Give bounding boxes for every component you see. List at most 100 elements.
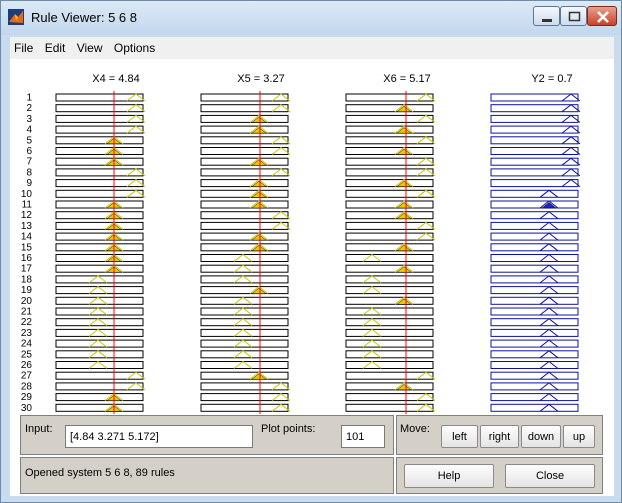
move-up-button[interactable]: up xyxy=(563,425,595,448)
rule-number: 13 xyxy=(21,221,33,232)
status-text: Opened system 5 6 8, 89 rules xyxy=(25,467,175,479)
output-membership-box xyxy=(490,168,579,177)
plot-points-label: Plot points: xyxy=(261,423,316,435)
input-membership-box xyxy=(55,189,144,198)
input-membership-box xyxy=(200,211,289,220)
input-membership-box xyxy=(345,371,434,380)
rule-number: 14 xyxy=(21,232,33,243)
minimize-icon xyxy=(542,19,552,22)
input-membership-box xyxy=(345,382,434,391)
rule-number: 3 xyxy=(26,114,32,125)
input-membership-box xyxy=(55,264,144,273)
input-membership-box xyxy=(345,264,434,273)
close-button[interactable]: Close xyxy=(505,464,595,488)
close-icon xyxy=(597,11,609,23)
rule-number: 25 xyxy=(21,349,33,360)
menu-file[interactable]: File xyxy=(10,37,37,55)
menu-bar: File Edit View Options xyxy=(10,37,614,60)
output-membership-box xyxy=(490,211,579,220)
window-close-button[interactable] xyxy=(587,6,617,26)
input-membership-box xyxy=(345,211,434,220)
rule-grid[interactable]: 1234567891011121314151617181920212223242… xyxy=(10,59,614,414)
input-membership-box xyxy=(345,275,434,284)
input-membership-box xyxy=(345,104,434,113)
help-button[interactable]: Help xyxy=(404,464,494,488)
input-membership-box xyxy=(55,382,144,391)
input-membership-box xyxy=(200,147,289,155)
menu-view[interactable]: View xyxy=(73,37,107,55)
output-membership-box xyxy=(490,136,579,145)
input-membership-box xyxy=(200,221,289,230)
input-membership-box xyxy=(200,286,289,295)
rule-number: 27 xyxy=(21,371,33,382)
input-membership-box xyxy=(55,136,144,145)
input-membership-box xyxy=(345,286,434,295)
output-membership-box xyxy=(490,200,579,209)
input-membership-box xyxy=(200,93,289,102)
input-membership-box xyxy=(345,114,434,123)
rule-number: 17 xyxy=(21,264,33,275)
input-membership-box xyxy=(345,339,434,348)
input-membership-box xyxy=(345,147,434,155)
input-membership-box xyxy=(55,393,144,402)
output-membership-box xyxy=(490,393,579,402)
rule-number: 2 xyxy=(26,103,32,114)
move-down-button[interactable]: down xyxy=(521,425,561,448)
input-panel: Input: [4.84 3.271 5.172] Plot points: 1… xyxy=(20,415,394,455)
rule-number: 6 xyxy=(26,146,32,157)
rule-number: 20 xyxy=(21,296,33,307)
input-membership-box xyxy=(200,114,289,123)
plot-points-field[interactable]: 101 xyxy=(341,425,385,448)
output-membership-box xyxy=(490,350,579,359)
input-label: Input: xyxy=(25,423,53,435)
input-membership-box xyxy=(55,157,144,166)
input-membership-box xyxy=(345,350,434,359)
input-membership-box xyxy=(345,179,434,188)
input-membership-box xyxy=(345,93,434,102)
input-membership-box xyxy=(345,157,434,166)
input-membership-box xyxy=(345,403,434,412)
menu-options[interactable]: Options xyxy=(110,37,159,55)
menu-edit[interactable]: Edit xyxy=(41,37,70,55)
input-membership-box xyxy=(345,200,434,209)
input-membership-box xyxy=(200,403,289,412)
maximize-button[interactable] xyxy=(560,6,587,26)
move-left-button[interactable]: left xyxy=(441,425,478,448)
rule-number: 12 xyxy=(21,210,33,221)
rule-number: 18 xyxy=(21,274,33,285)
move-right-button[interactable]: right xyxy=(480,425,519,448)
rule-number: 15 xyxy=(21,242,33,253)
status-panel: Opened system 5 6 8, 89 rules xyxy=(20,457,394,494)
minimize-button[interactable] xyxy=(533,6,560,26)
output-membership-box xyxy=(490,339,579,348)
input-membership-box xyxy=(55,125,144,134)
input-membership-box xyxy=(345,254,434,262)
output-membership-box xyxy=(490,104,579,113)
output-membership-box xyxy=(490,286,579,295)
rule-number: 24 xyxy=(21,339,33,350)
output-membership-box xyxy=(490,275,579,284)
input-membership-box xyxy=(200,168,289,177)
input-membership-box xyxy=(345,318,434,327)
input-membership-box xyxy=(55,114,144,123)
rule-number: 22 xyxy=(21,317,33,328)
rule-number: 23 xyxy=(21,328,33,339)
rule-viewer-window: Rule Viewer: 5 6 8 File Edit View Option… xyxy=(0,0,622,503)
input-membership-box xyxy=(200,243,289,252)
input-membership-box xyxy=(345,243,434,252)
rule-number: 11 xyxy=(22,200,33,211)
output-membership-box xyxy=(490,371,579,380)
move-label: Move: xyxy=(400,423,430,435)
window-title: Rule Viewer: 5 6 8 xyxy=(31,10,137,25)
rule-number: 26 xyxy=(21,360,33,371)
matlab-logo-icon xyxy=(8,9,24,25)
rule-number: 29 xyxy=(21,392,33,403)
input-membership-box xyxy=(200,157,289,166)
input-membership-box xyxy=(55,147,144,155)
output-membership-box xyxy=(490,125,579,134)
input-field[interactable]: [4.84 3.271 5.172] xyxy=(65,425,253,448)
input-membership-box xyxy=(345,393,434,402)
rule-number: 8 xyxy=(26,167,32,178)
output-membership-box xyxy=(490,403,579,412)
input-membership-box xyxy=(200,179,289,188)
